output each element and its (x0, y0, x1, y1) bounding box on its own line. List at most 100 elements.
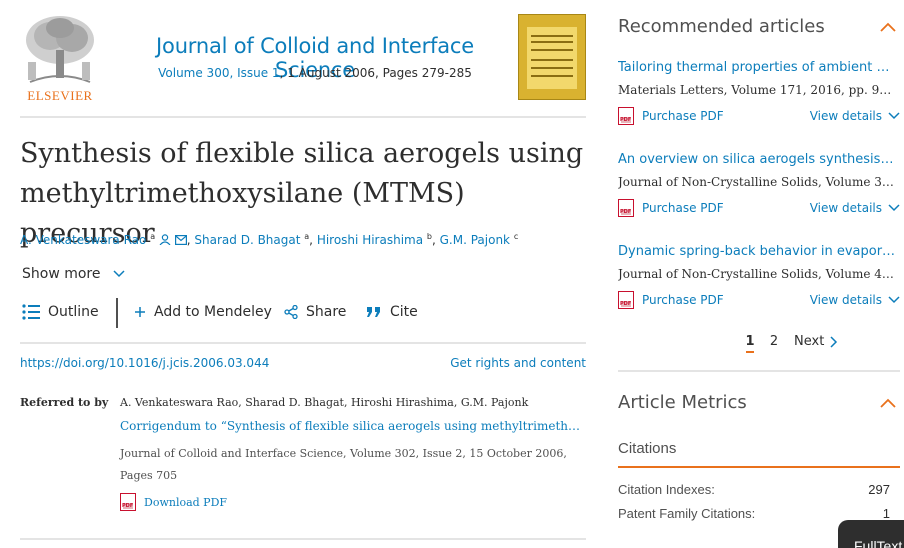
metric-row: Patent Family Citations: 1 (618, 506, 890, 521)
purchase-pdf-label: Purchase PDF (642, 293, 724, 307)
list-icon (22, 304, 40, 320)
recommended-actions: Purchase PDF View details (618, 291, 900, 309)
toolbar-separator (116, 298, 118, 328)
author-link[interactable]: A. Venkateswara Rao (20, 233, 146, 247)
purchase-pdf-label: Purchase PDF (642, 109, 724, 123)
recommended-item: An overview on silica aerogels synthesis… (618, 152, 900, 217)
author-link[interactable]: Hiroshi Hirashima (317, 233, 423, 247)
journal-issue: Volume 300, Issue 1, 1 August 2006, Page… (115, 66, 515, 80)
doi-link[interactable]: https://doi.org/10.1016/j.jcis.2006.03.0… (20, 356, 269, 370)
article-toolbar: Outline Add to Mendeley Share Cite (20, 296, 586, 332)
referred-to-by-entry: A. Venkateswara Rao, Sharad D. Bhagat, H… (120, 396, 586, 511)
chevron-right-icon (830, 335, 838, 348)
recommended-title-link[interactable]: Dynamic spring-back behavior in evaporat… (618, 244, 896, 259)
chevron-down-icon (888, 112, 900, 120)
issue-date-pages: , 1 August 2006, Pages 279-285 (279, 66, 472, 80)
recommended-item: Tailoring thermal properties of ambient … (618, 60, 900, 125)
purchase-pdf-button[interactable]: Purchase PDF (618, 199, 724, 217)
pdf-icon (618, 199, 634, 217)
view-details-label: View details (809, 109, 882, 123)
purchase-pdf-button[interactable]: Purchase PDF (618, 291, 724, 309)
cite-label: Cite (390, 304, 418, 320)
add-to-mendeley-button[interactable]: Add to Mendeley (134, 304, 272, 320)
mendeley-label: Add to Mendeley (154, 304, 272, 320)
cover-line (531, 59, 573, 61)
metric-label: Patent Family Citations: (618, 506, 756, 521)
recommended-pagination: 1 2 Next (738, 334, 838, 353)
publisher-name: ELSEVIER (27, 88, 93, 103)
view-details-label: View details (809, 201, 882, 215)
fulltext-button[interactable]: FullText (838, 520, 904, 548)
ref-source: Journal of Colloid and Interface Science… (120, 447, 567, 482)
recommended-source: Materials Letters, Volume 171, 2016, pp.… (618, 83, 898, 97)
cover-line (531, 75, 573, 77)
pdf-icon (618, 291, 634, 309)
cite-button[interactable]: Cite (366, 304, 418, 320)
next-page-button[interactable]: Next (794, 334, 838, 349)
next-label: Next (794, 334, 825, 349)
person-icon[interactable] (159, 234, 171, 246)
page-1-button[interactable]: 1 (738, 334, 762, 353)
cover-line (531, 49, 573, 51)
citations-heading: Citations (618, 440, 677, 457)
metric-row: Citation Indexes: 297 (618, 482, 890, 497)
rights-link[interactable]: Get rights and content (450, 356, 586, 370)
envelope-icon[interactable] (174, 235, 187, 246)
purchase-pdf-label: Purchase PDF (642, 201, 724, 215)
journal-header: ELSEVIER Journal of Colloid and Interfac… (20, 12, 586, 104)
chevron-up-icon[interactable] (880, 398, 896, 408)
share-label: Share (306, 304, 347, 320)
sidebar: Recommended articles Tailoring thermal p… (618, 0, 904, 548)
show-more-button[interactable]: Show more (22, 266, 125, 282)
elsevier-logo[interactable]: ELSEVIER (20, 12, 100, 103)
toolbar-divider (20, 342, 586, 344)
affiliation-marker[interactable]: c (514, 232, 518, 241)
chevron-down-icon (113, 270, 125, 278)
affiliation-marker[interactable]: b (427, 232, 432, 241)
chevron-up-icon[interactable] (880, 22, 896, 32)
pdf-icon (618, 107, 634, 125)
cover-line (531, 41, 573, 43)
recommended-actions: Purchase PDF View details (618, 107, 900, 125)
journal-cover-image[interactable] (518, 14, 586, 100)
author-link[interactable]: Sharad D. Bhagat (194, 233, 300, 247)
outline-label: Outline (48, 304, 99, 320)
download-pdf-button[interactable]: Download PDF (120, 493, 586, 511)
recommended-item: Dynamic spring-back behavior in evaporat… (618, 244, 900, 309)
metric-value: 297 (868, 482, 890, 497)
metric-label: Citation Indexes: (618, 482, 715, 497)
ref-title-link[interactable]: Corrigendum to “Synthesis of flexible si… (120, 419, 586, 433)
view-details-button[interactable]: View details (810, 109, 900, 123)
purchase-pdf-button[interactable]: Purchase PDF (618, 107, 724, 125)
author-list: A. Venkateswara Rao a , Sharad D. Bhagat… (20, 232, 519, 247)
metric-value: 1 (882, 506, 890, 521)
author-link[interactable]: G.M. Pajonk (440, 233, 510, 247)
cover-line (531, 67, 573, 69)
download-pdf-label: Download PDF (144, 495, 228, 509)
share-button[interactable]: Share (284, 304, 346, 320)
referred-to-by-label: Referred to by (20, 396, 109, 409)
elsevier-tree-icon (20, 12, 100, 86)
sidebar-divider (618, 370, 900, 372)
page-2-button[interactable]: 2 (762, 334, 786, 349)
pdf-icon (120, 493, 136, 511)
citations-underline (618, 466, 900, 468)
recommended-source: Journal of Non-Crystalline Solids, Volum… (618, 175, 898, 189)
affiliation-marker[interactable]: a (150, 232, 155, 241)
quote-icon (367, 307, 380, 317)
affiliation-marker[interactable]: a (304, 232, 309, 241)
recommended-heading: Recommended articles (618, 16, 825, 37)
volume-issue-link[interactable]: Volume 300, Issue 1 (158, 66, 279, 80)
view-details-button[interactable]: View details (810, 201, 900, 215)
recommended-title-link[interactable]: An overview on silica aerogels synthesis… (618, 152, 896, 167)
outline-button[interactable]: Outline (22, 304, 99, 320)
view-details-button[interactable]: View details (810, 293, 900, 307)
recommended-source: Journal of Non-Crystalline Solids, Volum… (618, 267, 898, 281)
header-divider (20, 116, 586, 118)
share-icon (284, 305, 298, 319)
cover-panel (527, 27, 577, 89)
chevron-down-icon (888, 296, 900, 304)
recommended-title-link[interactable]: Tailoring thermal properties of ambient … (618, 60, 896, 75)
show-more-label: Show more (22, 266, 101, 282)
recommended-actions: Purchase PDF View details (618, 199, 900, 217)
